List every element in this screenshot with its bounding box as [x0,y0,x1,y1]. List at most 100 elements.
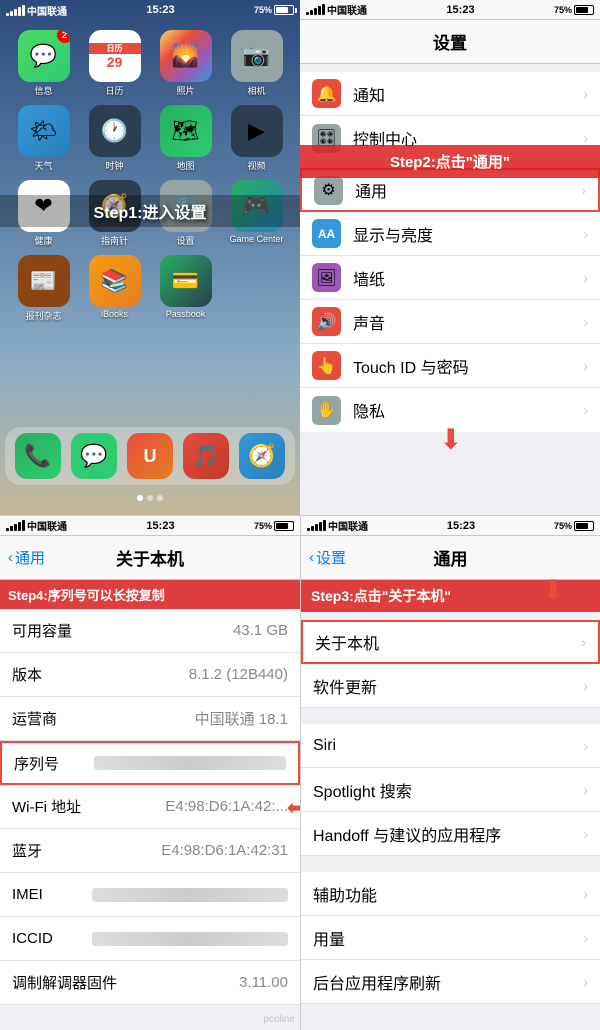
accessibility-chevron: › [583,886,588,902]
version-label: 版本 [12,664,92,685]
back-chevron: ‹ [8,549,13,566]
messages-label: 信息 [34,84,52,97]
calendar-label: 日历 [105,84,123,97]
about-battery-pct: 75% [254,521,272,531]
about-row-modem[interactable]: 调制解调器固件 3.11.00 [0,961,300,1005]
app-newsstand[interactable]: 📰 报刊杂志 [12,255,75,322]
general-battery-fill [576,523,588,529]
settings-row-touchid[interactable]: 👆 Touch ID 与密码 › [300,344,600,388]
about-back-button[interactable]: ‹ 通用 [8,547,45,568]
general-row-about[interactable]: 关于本机 › [301,620,600,664]
touchid-label: Touch ID 与密码 [353,354,583,378]
app-clock[interactable]: 🕐 时钟 [83,105,146,172]
passbook-label: Passbook [166,309,206,319]
settings-nav-bar: 设置 [300,20,600,64]
settings-battery-pct: 75% [554,5,572,15]
general-rows-section-3: 辅助功能 › 用量 › 后台应用程序刷新 › [301,872,600,1004]
general-row-background[interactable]: 后台应用程序刷新 › [301,960,600,1004]
about-carrier-name: 中国联通 [27,518,67,533]
capacity-label: 可用容量 [12,620,92,641]
dock-safari[interactable]: 🧭 [239,433,285,479]
uc-icon: U [127,433,173,479]
sound-label: 声音 [353,310,583,334]
signal-bar-1 [6,13,9,16]
app-maps[interactable]: 🗺 地图 [154,105,217,172]
usage-label: 用量 [313,926,583,950]
general-row-handoff[interactable]: Handoff 与建议的应用程序 › [301,812,600,856]
general-row-accessibility[interactable]: 辅助功能 › [301,872,600,916]
about-row-iccid[interactable]: ICCID [0,917,300,961]
settings-row-sound[interactable]: 🔊 声音 › [300,300,600,344]
app-passbook[interactable]: 💳 Passbook [154,255,217,322]
settings-row-notification[interactable]: 🔔 通知 › [300,72,600,116]
weather-icon: 🌤 [18,105,70,157]
page-dot-2 [147,495,153,501]
general-rows-section-2: Siri › Spotlight 搜索 › Handoff 与建议的应用程序 › [301,724,600,856]
app-calendar[interactable]: 日历 29 日历 [83,30,146,97]
about-row-serial[interactable]: 序列号 [0,741,300,785]
dock-phone[interactable]: 📞 [15,433,61,479]
modem-value: 3.11.00 [117,974,288,991]
clock-label: 时钟 [105,159,123,172]
passbook-icon: 💳 [160,255,212,307]
settings-title: 设置 [433,29,467,54]
general-carrier-name: 中国联通 [328,518,368,533]
app-camera[interactable]: 📷 相机 [225,30,288,97]
imei-label: IMEI [12,886,92,903]
maps-icon: 🗺 [160,105,212,157]
general-row-spotlight[interactable]: Spotlight 搜索 › [301,768,600,812]
general-rows-section: 关于本机 › 软件更新 › [301,620,600,708]
app-weather[interactable]: 🌤 天气 [12,105,75,172]
iccid-value [92,932,288,946]
panel-home: 中国联通 15:23 75% 💬 2 信息 日历 [0,0,300,515]
settings-row-display[interactable]: AA 显示与亮度 › [300,212,600,256]
touchid-icon: 👆 [312,351,341,380]
app-video[interactable]: ▶ 视频 [225,105,288,172]
settings-row-wallpaper[interactable]: 🖼 墙纸 › [300,256,600,300]
serial-label: 序列号 [14,753,94,774]
controlcenter-chevron: › [583,130,588,146]
privacy-icon: ✋ [312,396,341,425]
carrier-name: 中国联通 [27,3,67,18]
touchid-chevron: › [583,358,588,374]
dock-uc[interactable]: U [127,433,173,479]
wifi-label: Wi-Fi 地址 [12,796,92,817]
home-time: 15:23 [146,4,174,16]
signal-bars-2 [306,4,325,15]
app-messages[interactable]: 💬 2 信息 [12,30,75,97]
section-divider-2 [301,856,600,864]
app-empty [225,255,288,322]
ibooks-label: iBooks [101,309,128,319]
usage-chevron: › [583,930,588,946]
about-row-chevron: › [581,634,586,650]
battery-area: 75% [254,5,294,15]
step4-label: Step4:序列号可以长按复制 [0,580,300,609]
about-row-version[interactable]: 版本 8.1.2 (12B440) [0,653,300,697]
battery-fill [276,7,288,13]
imei-value [92,888,288,902]
general-row-siri[interactable]: Siri › [301,724,600,768]
page-dot-3 [157,495,163,501]
about-row-wifi[interactable]: Wi-Fi 地址 E4:98:D6:1A:42:... ⬅ [0,785,300,829]
app-ibooks[interactable]: 📚 iBooks [83,255,146,322]
panel-general: 中国联通 15:23 75% ‹ 设置 通用 Step3:点击"关于本机" ⬇ … [300,515,600,1030]
general-row-update[interactable]: 软件更新 › [301,664,600,708]
messages-icon: 💬 2 [18,30,70,82]
general-row-usage[interactable]: 用量 › [301,916,600,960]
accessibility-label: 辅助功能 [313,882,583,906]
about-row-imei[interactable]: IMEI [0,873,300,917]
general-back-button[interactable]: ‹ 设置 [309,547,346,568]
settings-row-privacy[interactable]: ✋ 隐私 › [300,388,600,432]
about-row-capacity[interactable]: 可用容量 43.1 GB [0,609,300,653]
app-photos[interactable]: 🌄 照片 [154,30,217,97]
spotlight-label: Spotlight 搜索 [313,778,583,802]
camera-label: 相机 [247,84,265,97]
video-label: 视频 [247,159,265,172]
carrier-label: 运营商 [12,708,92,729]
wifi-value: E4:98:D6:1A:42:... [92,798,288,815]
about-row-carrier[interactable]: 运营商 中国联通 18.1 [0,697,300,741]
about-row-bluetooth[interactable]: 蓝牙 E4:98:D6:1A:42:31 [0,829,300,873]
dock-wechat[interactable]: 💬 [71,433,117,479]
notification-chevron: › [583,86,588,102]
dock-music[interactable]: 🎵 [183,433,229,479]
